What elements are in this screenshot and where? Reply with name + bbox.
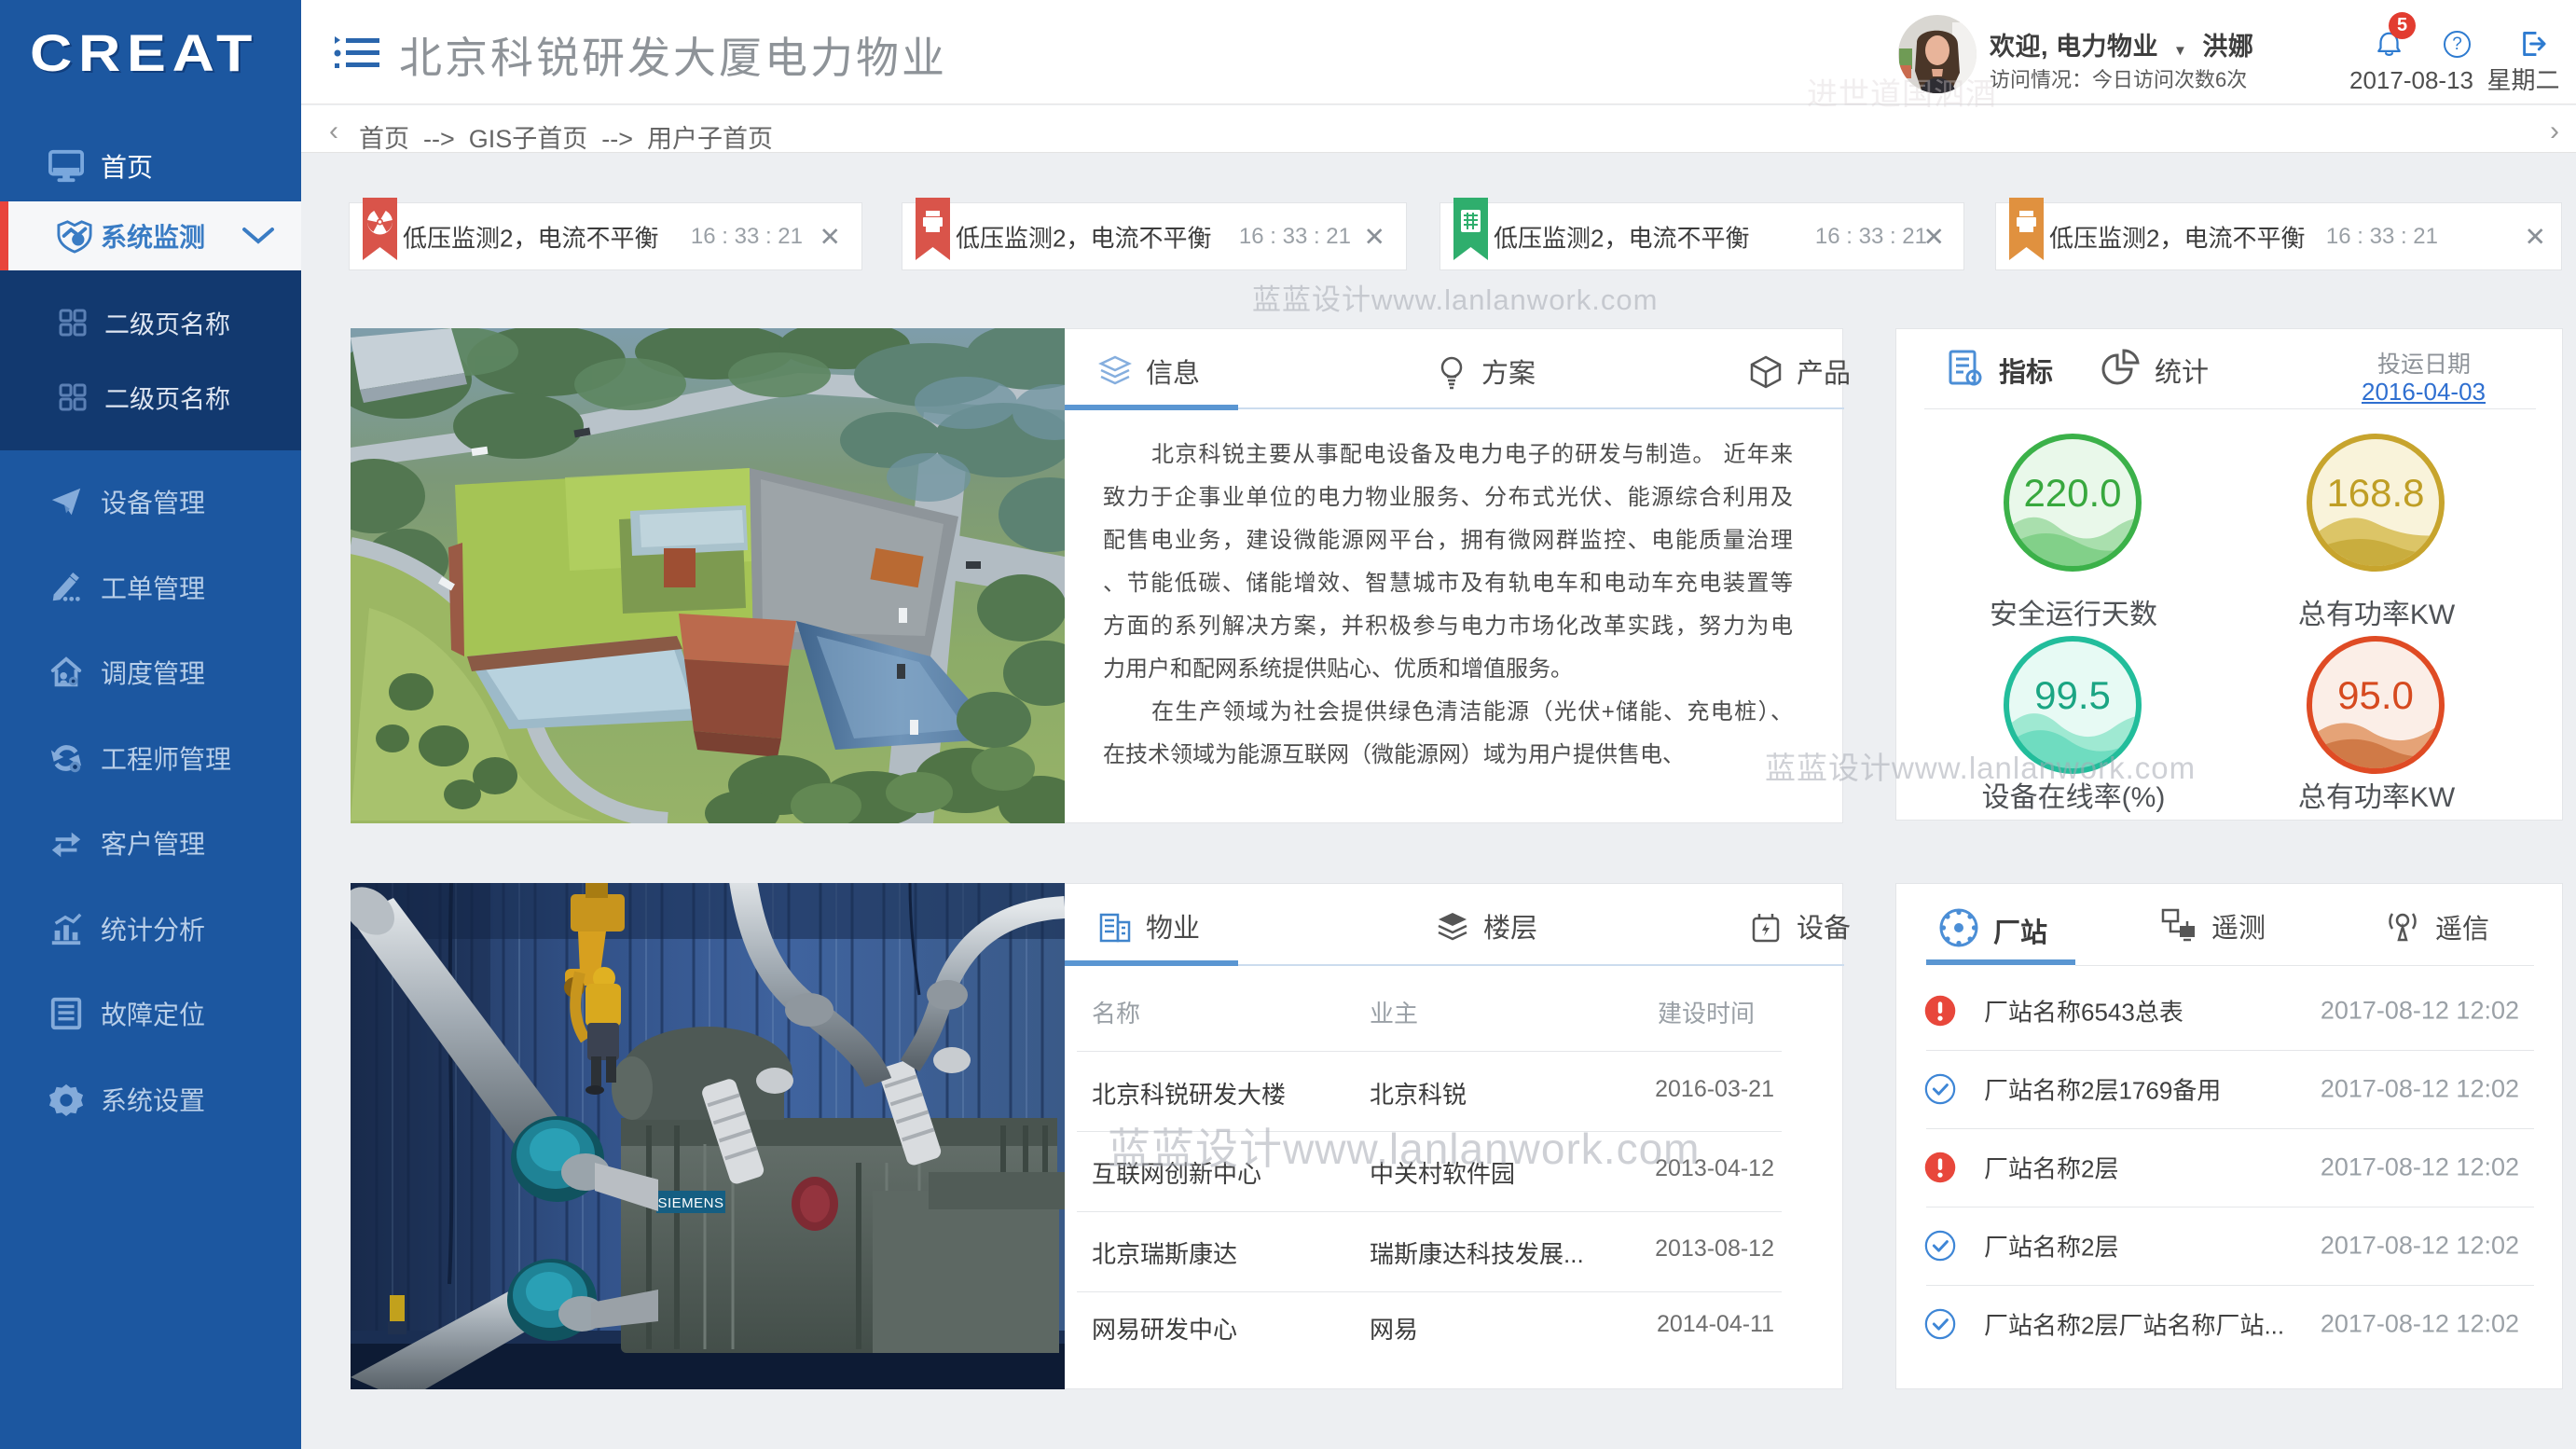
svg-text:220.0: 220.0 <box>2023 471 2121 515</box>
svg-text:95.0: 95.0 <box>2337 673 2414 717</box>
svg-text:168.8: 168.8 <box>2326 471 2424 515</box>
svg-text:99.5: 99.5 <box>2034 673 2111 717</box>
svg-text:SIEMENS: SIEMENS <box>657 1195 723 1211</box>
